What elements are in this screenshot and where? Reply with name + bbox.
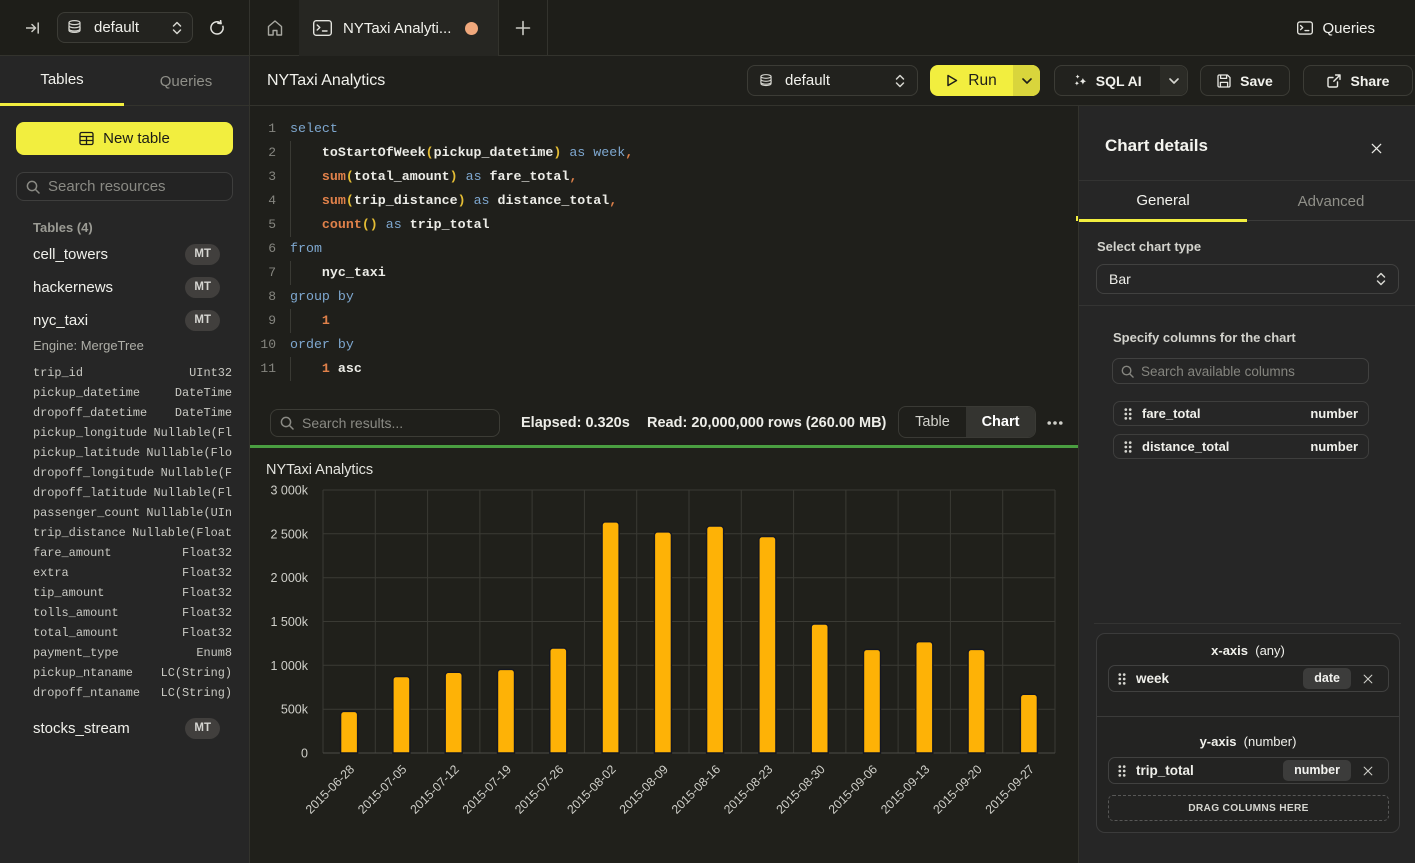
svg-text:1 000k: 1 000k: [270, 659, 308, 673]
svg-text:NYTaxi Analytics: NYTaxi Analytics: [266, 462, 373, 478]
svg-text:2015-09-20: 2015-09-20: [930, 762, 984, 816]
svg-text:2015-09-27: 2015-09-27: [983, 762, 1037, 816]
svg-text:1 500k: 1 500k: [270, 615, 308, 629]
svg-text:2015-07-26: 2015-07-26: [512, 762, 566, 816]
svg-text:2015-09-06: 2015-09-06: [826, 762, 880, 816]
svg-text:2015-08-23: 2015-08-23: [721, 762, 775, 816]
svg-text:500k: 500k: [281, 703, 309, 717]
svg-text:2015-08-30: 2015-08-30: [773, 762, 827, 816]
svg-text:2015-09-13: 2015-09-13: [878, 762, 932, 816]
svg-text:2015-07-05: 2015-07-05: [355, 762, 409, 816]
svg-text:2015-07-19: 2015-07-19: [460, 762, 514, 816]
svg-text:2 000k: 2 000k: [270, 571, 308, 585]
svg-text:2015-06-28: 2015-06-28: [303, 762, 357, 816]
svg-text:3 000k: 3 000k: [270, 484, 308, 498]
svg-text:2015-08-02: 2015-08-02: [564, 762, 618, 816]
svg-text:0: 0: [301, 747, 308, 761]
svg-text:2015-08-16: 2015-08-16: [669, 762, 723, 816]
svg-text:2 500k: 2 500k: [270, 527, 308, 541]
svg-text:2015-08-09: 2015-08-09: [617, 762, 671, 816]
svg-text:2015-07-12: 2015-07-12: [407, 762, 461, 816]
